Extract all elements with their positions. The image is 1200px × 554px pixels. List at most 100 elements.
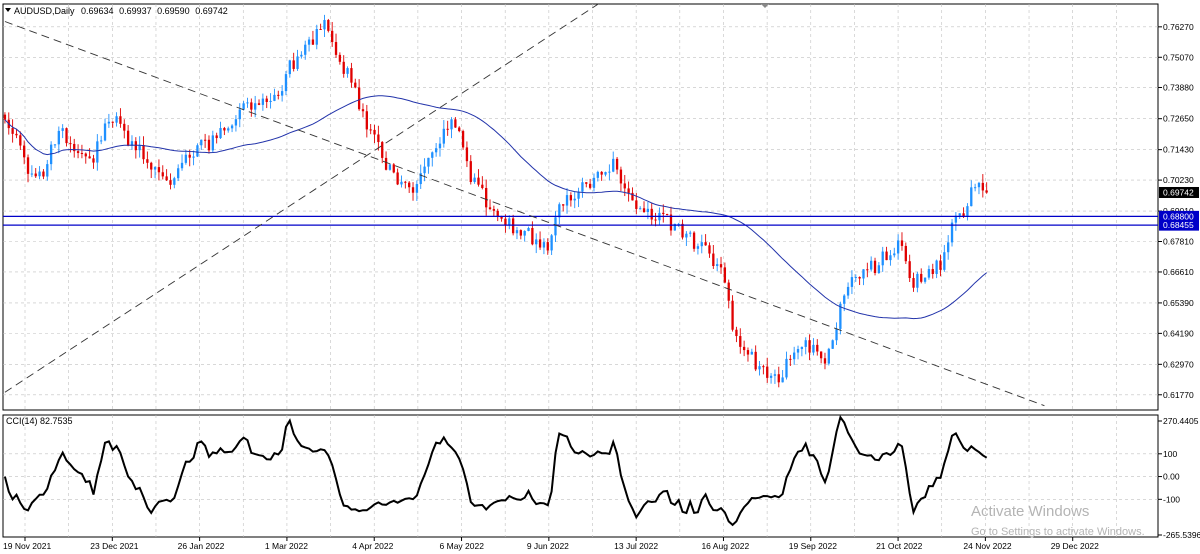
current-price-label: 0.69742 xyxy=(1163,187,1194,197)
candle-body xyxy=(173,178,176,185)
candle-body xyxy=(596,171,599,178)
candle-body xyxy=(769,375,773,378)
level-price-label: 0.68455 xyxy=(1163,220,1194,230)
candle-body xyxy=(277,94,280,96)
candle-body xyxy=(288,60,291,75)
candle-body xyxy=(469,161,472,182)
candle-body xyxy=(685,233,688,238)
time-tick-label: 19 Nov 2021 xyxy=(3,541,51,551)
candle-body xyxy=(554,217,557,236)
candle-body xyxy=(207,139,211,151)
candle-body xyxy=(373,129,376,135)
candle-body xyxy=(307,39,311,45)
candle-body xyxy=(438,143,442,149)
candle-body xyxy=(42,171,45,177)
candle-body xyxy=(184,154,188,163)
candle-body xyxy=(777,374,780,383)
candle-body xyxy=(704,242,707,246)
candle-body xyxy=(716,264,719,267)
candle-body xyxy=(793,352,796,360)
candle-body xyxy=(265,98,268,102)
candle-body xyxy=(742,346,746,351)
candle-body xyxy=(600,171,603,175)
candle-body xyxy=(565,195,569,206)
candle-body xyxy=(134,141,137,151)
candle-body xyxy=(504,218,507,226)
candle-body xyxy=(246,102,249,104)
candle-body xyxy=(654,219,657,221)
candle-body xyxy=(69,143,72,145)
candle-body xyxy=(76,151,80,153)
candle-body xyxy=(893,253,896,256)
candle-body xyxy=(100,140,103,142)
candle-body xyxy=(215,135,218,139)
symbol-label: AUDUSD,Daily xyxy=(14,6,75,16)
candle-body xyxy=(354,82,357,88)
candle-body xyxy=(923,277,927,282)
cci-tick-label: -100 xyxy=(1163,494,1180,504)
candle-body xyxy=(808,340,811,353)
candle-body xyxy=(750,351,753,355)
candle-body xyxy=(115,116,118,123)
candle-body xyxy=(662,212,665,215)
candle-body xyxy=(65,128,68,144)
candle-body xyxy=(877,265,881,273)
candle-body xyxy=(943,252,946,270)
price-tick-label: 0.72650 xyxy=(1163,114,1194,124)
candle-body xyxy=(785,358,788,378)
candle-body xyxy=(585,182,588,184)
candle-body xyxy=(627,188,630,193)
candle-body xyxy=(908,261,911,279)
candle-body xyxy=(142,145,145,160)
candle-body xyxy=(446,128,449,130)
candle-body xyxy=(862,269,865,279)
candle-body xyxy=(296,56,299,69)
candle-body xyxy=(238,109,241,120)
candle-body xyxy=(639,208,642,210)
time-tick-label: 29 Dec 2022 xyxy=(1051,541,1099,551)
candle-body xyxy=(169,180,172,185)
candle-body xyxy=(408,182,411,188)
candle-body xyxy=(592,177,596,188)
price-tick-label: 0.64190 xyxy=(1163,328,1194,338)
price-tick-label: 0.70230 xyxy=(1163,175,1194,185)
candle-body xyxy=(188,154,191,158)
candle-body xyxy=(203,139,207,141)
price-chart[interactable]: 0.76270 0.75070 0.73880 0.72650 0.71430 0.702… xyxy=(0,0,1200,554)
candle-body xyxy=(23,145,26,158)
candle-body xyxy=(223,128,226,131)
candle-body xyxy=(900,240,904,246)
candle-body xyxy=(708,245,711,254)
candle-body xyxy=(535,239,538,245)
candle-body xyxy=(485,187,488,208)
candle-body xyxy=(789,358,792,360)
candle-body xyxy=(912,278,915,288)
candle-body xyxy=(19,135,22,146)
candle-body xyxy=(854,277,857,279)
candle-body xyxy=(619,169,623,184)
low-value: 0.69590 xyxy=(157,6,190,16)
candle-body xyxy=(881,251,884,266)
candle-body xyxy=(103,123,107,141)
cci-tick-label: 0.00 xyxy=(1163,472,1180,482)
candle-body xyxy=(615,158,619,170)
candle-body xyxy=(573,198,576,201)
candle-body xyxy=(11,128,14,134)
candle-body xyxy=(304,44,307,55)
candle-body xyxy=(970,187,973,207)
candle-body xyxy=(331,30,334,43)
candle-body xyxy=(523,230,526,236)
candle-body xyxy=(623,183,626,189)
candle-body xyxy=(935,260,938,275)
candle-body xyxy=(107,121,111,124)
candle-body xyxy=(300,54,303,57)
price-tick-label: 0.73880 xyxy=(1163,82,1194,92)
candle-body xyxy=(427,157,430,167)
price-tick-label: 0.71430 xyxy=(1163,145,1194,155)
candle-body xyxy=(465,147,469,162)
time-tick-label: 6 May 2022 xyxy=(440,541,485,551)
candle-body xyxy=(588,183,592,188)
candle-body xyxy=(731,300,734,330)
candle-body xyxy=(396,172,399,185)
candle-body xyxy=(850,277,854,287)
